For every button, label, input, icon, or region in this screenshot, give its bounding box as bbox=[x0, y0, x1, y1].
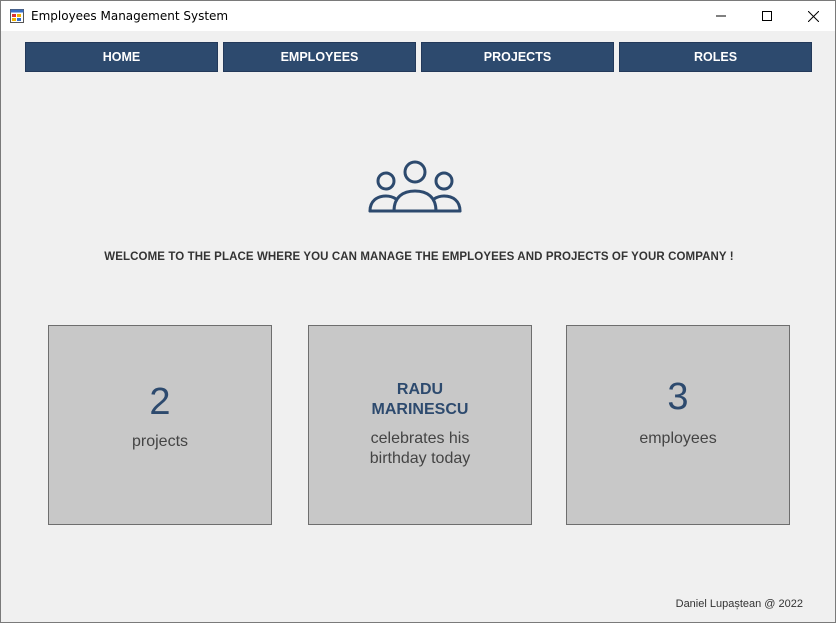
nav-projects-button[interactable]: PROJECTS bbox=[421, 42, 614, 72]
employees-stat-card: 3 employees bbox=[566, 325, 790, 525]
nav-employees-button[interactable]: EMPLOYEES bbox=[223, 42, 416, 72]
projects-stat-card: 2 projects bbox=[48, 325, 272, 525]
birthday-message-line1: celebrates his bbox=[370, 430, 470, 447]
projects-count: 2 bbox=[149, 381, 171, 423]
close-icon bbox=[807, 10, 819, 22]
nav-roles-button[interactable]: ROLES bbox=[619, 42, 812, 72]
title-bar: Employees Management System bbox=[1, 1, 835, 31]
birthday-first-name: RADU bbox=[396, 381, 444, 398]
nav-home-button[interactable]: HOME bbox=[25, 42, 218, 72]
minimize-button[interactable] bbox=[698, 1, 744, 31]
birthday-last-name: MARINESCU bbox=[371, 401, 469, 418]
users-group-icon bbox=[368, 160, 462, 213]
maximize-icon bbox=[762, 11, 772, 21]
footer-credit: Daniel Lupaștean @ 2022 bbox=[675, 598, 803, 610]
minimize-icon bbox=[716, 15, 726, 17]
birthday-message: celebrates his birthday today bbox=[309, 429, 531, 469]
window-title: Employees Management System bbox=[31, 9, 229, 23]
projects-label: projects bbox=[131, 433, 189, 450]
app-window: Employees Management System HOME EMPLOYE… bbox=[0, 0, 836, 623]
close-button[interactable] bbox=[790, 1, 836, 31]
app-window-icon bbox=[10, 9, 24, 23]
birthday-card: RADU MARINESCU celebrates his birthday t… bbox=[308, 325, 532, 525]
employees-label: employees bbox=[639, 430, 717, 447]
employees-count: 3 bbox=[667, 376, 689, 418]
maximize-button[interactable] bbox=[744, 1, 790, 31]
birthday-message-line2: birthday today bbox=[369, 450, 471, 467]
birthday-person-name: RADU MARINESCU bbox=[309, 380, 531, 420]
welcome-message: WELCOME TO THE PLACE WHERE YOU CAN MANAG… bbox=[104, 251, 734, 263]
